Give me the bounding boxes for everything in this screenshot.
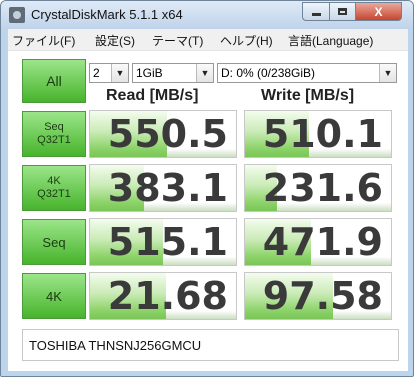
- write-result-seq-q32t1: 510.1: [244, 110, 392, 158]
- app-disk-icon: [9, 7, 25, 23]
- read-result-4k-q32t1: 383.1: [89, 164, 237, 212]
- row-label-line1: Seq: [42, 234, 66, 250]
- main-panel: ファイル(F) 設定(S) テーマ(T) ヘルプ(H) 言語(Language)…: [8, 29, 408, 371]
- read-result-seq-q32t1: 550.5: [89, 110, 237, 158]
- row-label-line1: 4K: [46, 288, 62, 304]
- row-label-line1: 4K: [47, 175, 61, 187]
- read-value: 550.5: [107, 112, 228, 156]
- read-header: Read [MB/s]: [106, 87, 199, 104]
- seq-q32t1-button[interactable]: Seq Q32T1: [22, 111, 86, 157]
- write-value: 510.1: [262, 112, 383, 156]
- menu-settings[interactable]: 設定(S): [95, 32, 135, 49]
- all-button[interactable]: All: [22, 59, 86, 103]
- menu-theme[interactable]: テーマ(T): [152, 32, 203, 49]
- row-label-line2: Q32T1: [37, 188, 71, 200]
- chevron-down-icon: ▼: [196, 64, 213, 82]
- window-title: CrystalDiskMark 5.1.1 x64: [31, 7, 183, 22]
- seq-button[interactable]: Seq: [22, 219, 86, 265]
- write-header: Write [MB/s]: [261, 87, 355, 104]
- menu-help[interactable]: ヘルプ(H): [220, 32, 273, 49]
- close-icon: X: [374, 4, 383, 19]
- device-name-field[interactable]: TOSHIBA THNSNJ256GMCU: [22, 329, 399, 361]
- write-value: 97.58: [262, 274, 383, 318]
- chevron-down-icon: ▼: [379, 64, 396, 82]
- row-label-line1: Seq: [44, 121, 64, 133]
- write-result-4k-q32t1: 231.6: [244, 164, 392, 212]
- write-result-4k: 97.58: [244, 272, 392, 320]
- minimize-button[interactable]: [302, 2, 330, 21]
- drive-value: D: 0% (0/238GiB): [221, 66, 316, 80]
- test-size-select[interactable]: 1GiB ▼: [132, 63, 214, 83]
- menu-file[interactable]: ファイル(F): [12, 32, 75, 49]
- write-result-seq: 471.9: [244, 218, 392, 266]
- minimize-icon: [311, 13, 321, 16]
- test-count-select[interactable]: 2 ▼: [89, 63, 129, 83]
- read-value: 383.1: [107, 166, 228, 210]
- title-bar[interactable]: CrystalDiskMark 5.1.1 x64 X: [1, 1, 413, 29]
- device-name: TOSHIBA THNSNJ256GMCU: [29, 338, 202, 353]
- read-value: 515.1: [107, 220, 228, 264]
- close-button[interactable]: X: [355, 2, 402, 21]
- test-count-value: 2: [93, 66, 100, 80]
- 4k-q32t1-button[interactable]: 4K Q32T1: [22, 165, 86, 211]
- maximize-button[interactable]: [329, 2, 356, 21]
- read-value: 21.68: [107, 274, 228, 318]
- menu-language[interactable]: 言語(Language): [288, 32, 373, 49]
- read-result-4k: 21.68: [89, 272, 237, 320]
- menu-bar: ファイル(F) 設定(S) テーマ(T) ヘルプ(H) 言語(Language): [8, 29, 408, 51]
- 4k-button[interactable]: 4K: [22, 273, 86, 319]
- write-value: 471.9: [262, 220, 383, 264]
- row-label-line2: Q32T1: [37, 134, 71, 146]
- read-result-seq: 515.1: [89, 218, 237, 266]
- write-value: 231.6: [262, 166, 383, 210]
- app-window: CrystalDiskMark 5.1.1 x64 X ファイル(F) 設定(S…: [0, 0, 414, 377]
- test-size-value: 1GiB: [136, 66, 163, 80]
- drive-select[interactable]: D: 0% (0/238GiB) ▼: [217, 63, 397, 83]
- maximize-icon: [338, 8, 347, 15]
- chevron-down-icon: ▼: [111, 64, 128, 82]
